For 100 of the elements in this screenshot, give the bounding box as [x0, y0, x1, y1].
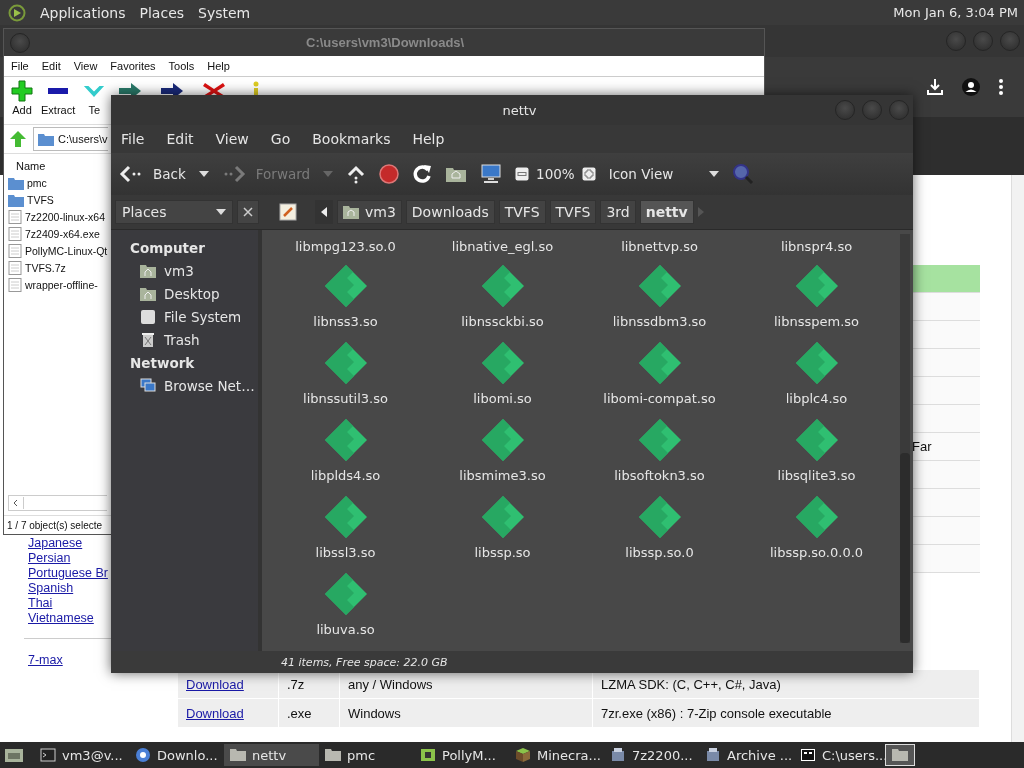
places-dropdown[interactable]: Places [115, 200, 233, 224]
scrollbar[interactable] [900, 234, 910, 643]
taskbar-item[interactable]: nettv [224, 744, 319, 766]
file-row[interactable]: 7z2409-x64.exe [8, 225, 100, 242]
breadcrumb-button[interactable]: TVFS [549, 200, 597, 224]
taskbar-item[interactable]: Downlo... [129, 744, 224, 766]
download-icon[interactable] [926, 78, 944, 96]
language-link[interactable]: Portuguese Br [28, 566, 108, 581]
menu-item[interactable]: Favorites [110, 60, 156, 72]
file-name[interactable]: libnssdbm3.so [612, 314, 707, 329]
file-name[interactable]: libssl3.so [315, 545, 376, 560]
breadcrumb-button[interactable]: vm3 [337, 200, 402, 224]
language-link[interactable]: Persian [28, 551, 71, 566]
sidebar-item[interactable]: Trash [130, 328, 258, 351]
toolbar-button[interactable]: Te [79, 77, 110, 116]
file-name[interactable]: libssp.so.0.0.0 [769, 545, 864, 560]
download-link[interactable]: Download [186, 676, 244, 692]
taskbar-item[interactable]: Archive ... [699, 744, 794, 766]
menu-item[interactable]: File [11, 60, 29, 72]
up-icon[interactable] [346, 164, 367, 184]
file-name[interactable]: libmpg123.so.0 [295, 239, 396, 254]
sidebar-item[interactable]: Browse Net… [130, 374, 258, 397]
file-row[interactable]: 7z2200-linux-x64 [8, 208, 105, 225]
scrollbar[interactable] [1011, 175, 1024, 742]
menu-item[interactable]: Edit [166, 131, 194, 147]
menu-item[interactable]: Go [270, 131, 291, 147]
file-name[interactable]: libsmime3.so [459, 468, 546, 483]
language-link[interactable]: Vietnamese [28, 611, 94, 626]
caret-icon[interactable] [198, 171, 209, 177]
file-name[interactable]: libnsspem.so [773, 314, 859, 329]
file-name[interactable]: libomi-compat.so [603, 391, 716, 406]
taskbar-item[interactable]: pmc [319, 744, 414, 766]
file-name[interactable]: libsqlite3.so [777, 468, 856, 483]
menu-item[interactable]: Help [207, 60, 230, 72]
breadcrumb-button[interactable]: TVFS [498, 200, 546, 224]
breadcrumb-button[interactable]: nettv [639, 200, 694, 224]
stop-icon[interactable] [379, 164, 400, 184]
search-icon[interactable] [732, 163, 755, 185]
toolbar-button[interactable]: Add [7, 77, 37, 116]
close-sidebar-button[interactable] [237, 200, 259, 224]
file-row[interactable]: wrapper-offline- [8, 276, 98, 293]
menu-item[interactable]: View [73, 60, 98, 72]
horizontal-scrollbar[interactable] [8, 495, 107, 511]
reload-icon[interactable] [412, 164, 433, 184]
taskbar-item[interactable]: vm3@v... [34, 744, 129, 766]
panel-menu[interactable]: System [198, 4, 251, 21]
menu-item[interactable]: Help [412, 131, 445, 147]
sidebar-item[interactable]: File System [130, 305, 258, 328]
language-link[interactable]: Japanese [28, 536, 83, 551]
more-icon[interactable] [998, 78, 1004, 96]
panel-menu[interactable]: Applications [40, 4, 126, 21]
file-name[interactable]: libnspr4.so [780, 239, 853, 254]
menu-item[interactable]: Bookmarks [312, 131, 391, 147]
file-row[interactable]: pmc [8, 174, 47, 191]
logo-icon[interactable] [8, 3, 26, 22]
breadcrumb-button[interactable]: 3rd [600, 200, 636, 224]
file-name[interactable]: libplc4.so [785, 391, 848, 406]
file-name[interactable]: libnss3.so [313, 314, 378, 329]
file-name[interactable]: libssp.so.0 [625, 545, 694, 560]
download-link[interactable]: Download [186, 705, 244, 721]
file-name[interactable]: libsoftokn3.so [614, 468, 705, 483]
file-name[interactable]: libuva.so [316, 622, 375, 637]
panel-menu[interactable]: Places [139, 4, 185, 21]
file-name[interactable]: libnssutil3.so [303, 391, 388, 406]
menu-item[interactable]: Tools [168, 60, 195, 72]
taskbar-item[interactable]: Minecra... [509, 744, 604, 766]
breadcrumb-button[interactable]: Downloads [405, 200, 495, 224]
file-name[interactable]: libomi.so [473, 391, 532, 406]
file-name[interactable]: libplds4.so [310, 468, 381, 483]
menu-item[interactable]: File [121, 131, 145, 147]
file-name[interactable]: libnettvp.so [621, 239, 698, 254]
file-name[interactable]: libssp.so [474, 545, 531, 560]
menu-item[interactable]: Edit [41, 60, 61, 72]
path-field[interactable]: C:\users\v [33, 127, 108, 151]
toolbar-button[interactable]: Extract [37, 77, 80, 116]
back-button[interactable]: Back [119, 164, 186, 184]
window-list-icon[interactable] [885, 744, 915, 766]
view-dropdown[interactable]: Icon View [608, 166, 720, 182]
show-desktop-icon[interactable] [4, 746, 24, 764]
zoom-in-icon[interactable] [581, 167, 596, 181]
sidebar-item[interactable]: Desktop [130, 282, 258, 305]
menu-item[interactable]: View [215, 131, 249, 147]
taskbar-item[interactable]: 7z2200... [604, 744, 699, 766]
sidebar-item[interactable]: vm3 [130, 259, 258, 282]
scroll-left-button[interactable] [315, 200, 333, 224]
taskbar-item[interactable]: PollyM... [414, 744, 509, 766]
language-link[interactable]: Thai [28, 596, 53, 611]
language-link[interactable]: Spanish [28, 581, 74, 596]
clock[interactable]: Mon Jan 6, 3:04 PM [893, 5, 1018, 20]
side-link[interactable]: 7-max [28, 653, 63, 668]
edit-location-icon[interactable] [279, 203, 297, 221]
file-name[interactable]: libnative_egl.so [451, 239, 554, 254]
file-row[interactable]: TVFS [8, 191, 54, 208]
file-row[interactable]: TVFS.7z [8, 259, 66, 276]
file-row[interactable]: PollyMC-Linux-Qt [8, 242, 108, 259]
delete-icon[interactable] [201, 80, 228, 95]
zoom-out-icon[interactable] [515, 167, 530, 181]
home-folder-icon[interactable] [445, 165, 468, 183]
file-name[interactable]: libnssckbi.so [461, 314, 544, 329]
profile-icon[interactable] [962, 78, 980, 96]
